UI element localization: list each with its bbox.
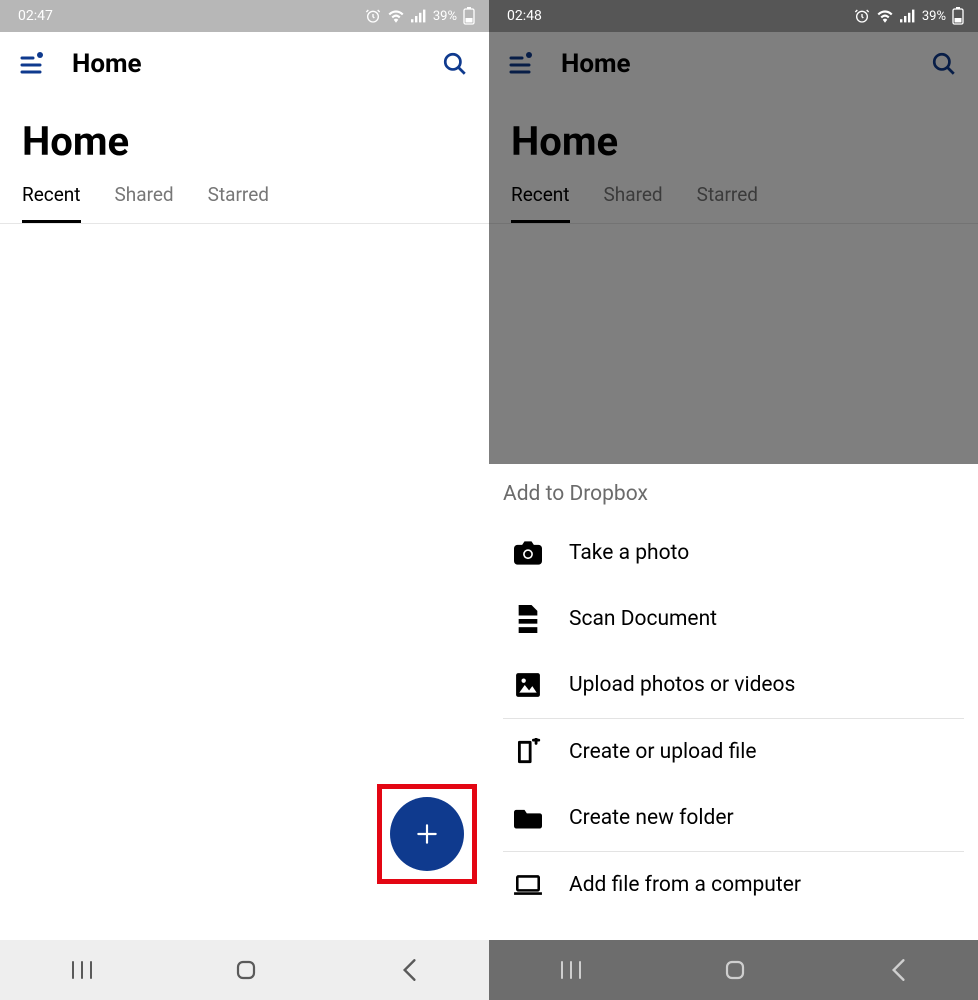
- nav-home[interactable]: [723, 958, 747, 982]
- status-bar: 02:48 39%: [489, 0, 978, 32]
- folder-icon: [513, 803, 543, 833]
- nav-home[interactable]: [234, 958, 258, 982]
- alarm-icon: [365, 8, 381, 24]
- screenshot-right: 02:48 39% Home Hom: [489, 0, 978, 1000]
- sheet-item-upload-media[interactable]: Upload photos or videos: [489, 652, 978, 718]
- nav-back[interactable]: [400, 957, 418, 983]
- android-navbar: [0, 940, 489, 1000]
- tab-recent[interactable]: Recent: [22, 183, 81, 223]
- page-title: Home: [0, 96, 489, 183]
- sheet-item-take-photo[interactable]: Take a photo: [489, 520, 978, 586]
- wifi-icon: [876, 9, 894, 23]
- status-time: 02:48: [507, 8, 542, 24]
- tab-shared[interactable]: Shared: [115, 183, 174, 223]
- battery-icon: [952, 7, 964, 25]
- screenshot-left: 02:47 39% Home Home Recent Sh: [0, 0, 489, 1000]
- status-bar: 02:47 39%: [0, 0, 489, 32]
- file-plus-icon: [513, 737, 543, 767]
- status-right: 39%: [365, 7, 475, 25]
- sheet-item-label: Create or upload file: [569, 740, 756, 764]
- sheet-item-add-from-computer[interactable]: Add file from a computer: [489, 852, 978, 918]
- sheet-item-label: Create new folder: [569, 806, 734, 830]
- nav-recents[interactable]: [71, 960, 93, 980]
- sheet-item-create-file[interactable]: Create or upload file: [489, 719, 978, 785]
- app-header: Home: [0, 32, 489, 96]
- sheet-title: Add to Dropbox: [489, 464, 978, 520]
- tab-bar: Recent Shared Starred: [0, 183, 489, 224]
- status-right: 39%: [854, 7, 964, 25]
- sheet-item-label: Add file from a computer: [569, 873, 801, 897]
- nav-back[interactable]: [889, 957, 907, 983]
- header-title: Home: [72, 49, 413, 79]
- tab-starred[interactable]: Starred: [208, 183, 269, 223]
- laptop-icon: [513, 870, 543, 900]
- sheet-item-label: Take a photo: [569, 541, 689, 565]
- signal-icon: [411, 9, 427, 23]
- alarm-icon: [854, 8, 870, 24]
- android-navbar: [489, 940, 978, 1000]
- battery-icon: [463, 7, 475, 25]
- sheet-item-scan-document[interactable]: Scan Document: [489, 586, 978, 652]
- nav-recents[interactable]: [560, 960, 582, 980]
- add-bottomsheet: Add to Dropbox Take a photo Scan Documen…: [489, 464, 978, 940]
- search-button[interactable]: [439, 48, 471, 80]
- fab-add-button[interactable]: [390, 797, 464, 871]
- battery-text: 39%: [922, 9, 946, 24]
- sheet-item-label: Scan Document: [569, 607, 717, 631]
- wifi-icon: [387, 9, 405, 23]
- sheet-item-create-folder[interactable]: Create new folder: [489, 785, 978, 851]
- battery-text: 39%: [433, 9, 457, 24]
- menu-button[interactable]: [18, 50, 46, 78]
- fab-highlight: [377, 784, 477, 884]
- status-time: 02:47: [18, 8, 53, 24]
- content-area: [0, 224, 489, 940]
- camera-icon: [513, 538, 543, 568]
- signal-icon: [900, 9, 916, 23]
- image-icon: [513, 670, 543, 700]
- sheet-item-label: Upload photos or videos: [569, 673, 795, 697]
- scan-icon: [513, 604, 543, 634]
